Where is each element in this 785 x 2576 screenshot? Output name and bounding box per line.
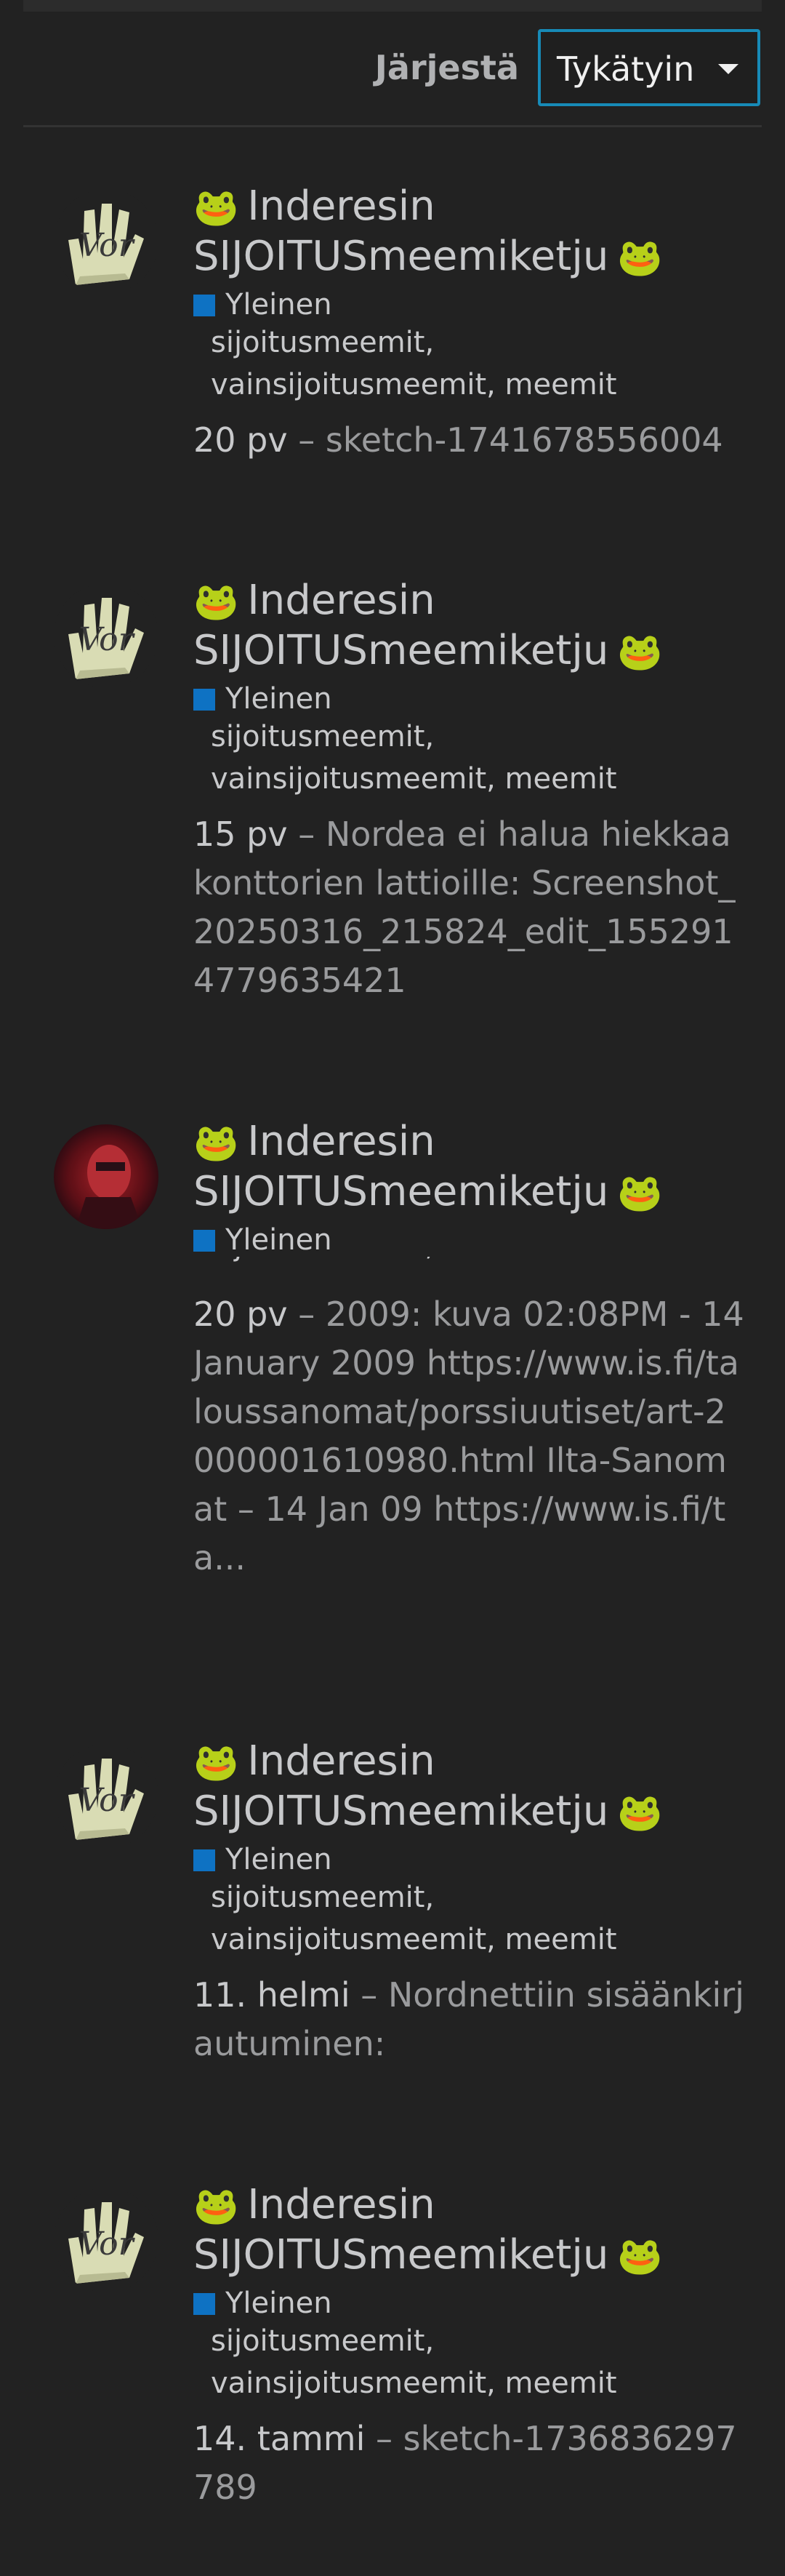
tag-line: vainsijoitusmeemit, meemit: [211, 762, 617, 796]
topic-title[interactable]: 🐸 Inderesin SIJOITUSmeemiketju 🐸: [193, 1737, 760, 1837]
separator: –: [287, 1295, 326, 1334]
tag-line: sijoitusmeemit,: [211, 1881, 435, 1914]
frog-emoji-icon: 🐸: [617, 631, 663, 673]
tag-line: vainsijoitusmeemit, meemit: [211, 1923, 617, 1956]
tag-list[interactable]: sijoitusmeemit, vainsijoitusmeemit, meem…: [211, 321, 763, 406]
category-name: Yleinen: [225, 682, 332, 716]
svg-text:Vor: Vor: [78, 1782, 135, 1819]
category-name: Yleinen: [225, 1223, 332, 1257]
topic-title-text: Inderesin SIJOITUSmeemiketju: [193, 2181, 609, 2279]
separator: –: [287, 815, 326, 854]
category-name: Yleinen: [225, 2287, 332, 2320]
tag-line: vainsijoitusmeemit, meemit: [211, 368, 617, 401]
frog-emoji-icon: 🐸: [617, 1172, 663, 1214]
category-color-square: [193, 1849, 215, 1871]
topic-title-text: Inderesin SIJOITUSmeemiketju: [193, 183, 609, 280]
frog-emoji-icon: 🐸: [193, 1121, 239, 1164]
topic-title[interactable]: 🐸 Inderesin SIJOITUSmeemiketju 🐸: [193, 1117, 760, 1217]
topic-title[interactable]: 🐸 Inderesin SIJOITUSmeemiketju 🐸: [193, 182, 760, 282]
tag-line: sijoitusmeemit,: [211, 326, 435, 359]
tag-line: sijoitusmeemit,: [211, 720, 435, 753]
post-excerpt[interactable]: 20 pv – 2009: kuva 02:08PM - 14 January …: [193, 1290, 746, 1583]
post-date: 14. tammi: [193, 2419, 366, 2458]
hand-avatar-icon[interactable]: Vor: [54, 1744, 158, 1849]
topic-title[interactable]: 🐸 Inderesin SIJOITUSmeemiketju 🐸: [193, 2180, 760, 2281]
separator: –: [287, 420, 326, 460]
post-date: 20 pv: [193, 420, 288, 460]
category-badge[interactable]: Yleinen: [193, 2287, 332, 2320]
post-date: 20 pv: [193, 1295, 288, 1334]
sort-bar: Järjestä Tykätyin: [0, 28, 785, 109]
frog-emoji-icon: 🐸: [617, 2235, 663, 2277]
tag-line: sijoitusmeemit,: [211, 1257, 763, 1265]
post-date: 11. helmi: [193, 1975, 350, 2015]
topic-title-text: Inderesin SIJOITUSmeemiketju: [193, 1737, 609, 1835]
category-color-square: [193, 689, 215, 711]
svg-text:Vor: Vor: [78, 227, 135, 264]
post-excerpt[interactable]: 11. helmi – Nordnettiin sisäänkirjautumi…: [193, 1971, 746, 2068]
sort-dropdown-value: Tykätyin: [557, 49, 695, 89]
hand-avatar-icon[interactable]: Vor: [54, 189, 158, 294]
topic-title[interactable]: 🐸 Inderesin SIJOITUSmeemiketju 🐸: [193, 576, 760, 676]
topic-title-text: Inderesin SIJOITUSmeemiketju: [193, 1118, 609, 1215]
category-name: Yleinen: [225, 288, 332, 321]
sort-dropdown[interactable]: Tykätyin: [538, 29, 760, 106]
separator: –: [350, 1975, 388, 2015]
category-badge[interactable]: Yleinen: [193, 1223, 332, 1257]
category-color-square: [193, 1230, 215, 1252]
sort-label: Järjestä: [374, 48, 519, 87]
category-color-square: [193, 2293, 215, 2315]
chevron-down-icon: [718, 64, 738, 74]
tag-line: sijoitusmeemit,: [211, 2324, 435, 2358]
top-edge-strip: [23, 0, 762, 12]
divider: [23, 125, 762, 127]
svg-text:Vor: Vor: [78, 2225, 135, 2263]
tag-list[interactable]: sijoitusmeemit,: [211, 1257, 763, 1265]
hand-avatar-icon[interactable]: Vor: [54, 2188, 158, 2292]
category-color-square: [193, 295, 215, 316]
frog-emoji-icon: 🐸: [193, 186, 239, 228]
svg-text:Vor: Vor: [78, 621, 135, 658]
post-excerpt[interactable]: 20 pv – sketch-1741678556004: [193, 416, 746, 465]
post-excerpt[interactable]: 15 pv – Nordea ei halua hiekkaa konttori…: [193, 810, 746, 1005]
frog-emoji-icon: 🐸: [193, 580, 239, 623]
tag-list[interactable]: sijoitusmeemit, vainsijoitusmeemit, meem…: [211, 1876, 763, 1961]
hand-avatar-icon[interactable]: Vor: [54, 583, 158, 688]
topic-title-text: Inderesin SIJOITUSmeemiketju: [193, 577, 609, 674]
tag-list[interactable]: sijoitusmeemit, vainsijoitusmeemit, meem…: [211, 716, 763, 800]
post-excerpt[interactable]: 14. tammi – sketch-1736836297789: [193, 2415, 746, 2512]
separator: –: [365, 2419, 403, 2458]
post-date: 15 pv: [193, 815, 288, 854]
tag-list[interactable]: sijoitusmeemit, vainsijoitusmeemit, meem…: [211, 2320, 763, 2404]
category-badge[interactable]: Yleinen: [193, 288, 332, 321]
frog-emoji-icon: 🐸: [617, 1791, 663, 1833]
category-badge[interactable]: Yleinen: [193, 1843, 332, 1876]
category-badge[interactable]: Yleinen: [193, 682, 332, 716]
frog-emoji-icon: 🐸: [193, 1741, 239, 1783]
tag-line: vainsijoitusmeemit, meemit: [211, 2367, 617, 2400]
red-face-avatar-icon[interactable]: [54, 1124, 158, 1229]
excerpt-text: 2009: kuva 02:08PM - 14 January 2009 htt…: [193, 1295, 744, 1577]
category-name: Yleinen: [225, 1843, 332, 1876]
frog-emoji-icon: 🐸: [193, 2185, 239, 2227]
frog-emoji-icon: 🐸: [617, 236, 663, 279]
excerpt-text: sketch-1741678556004: [325, 420, 723, 460]
